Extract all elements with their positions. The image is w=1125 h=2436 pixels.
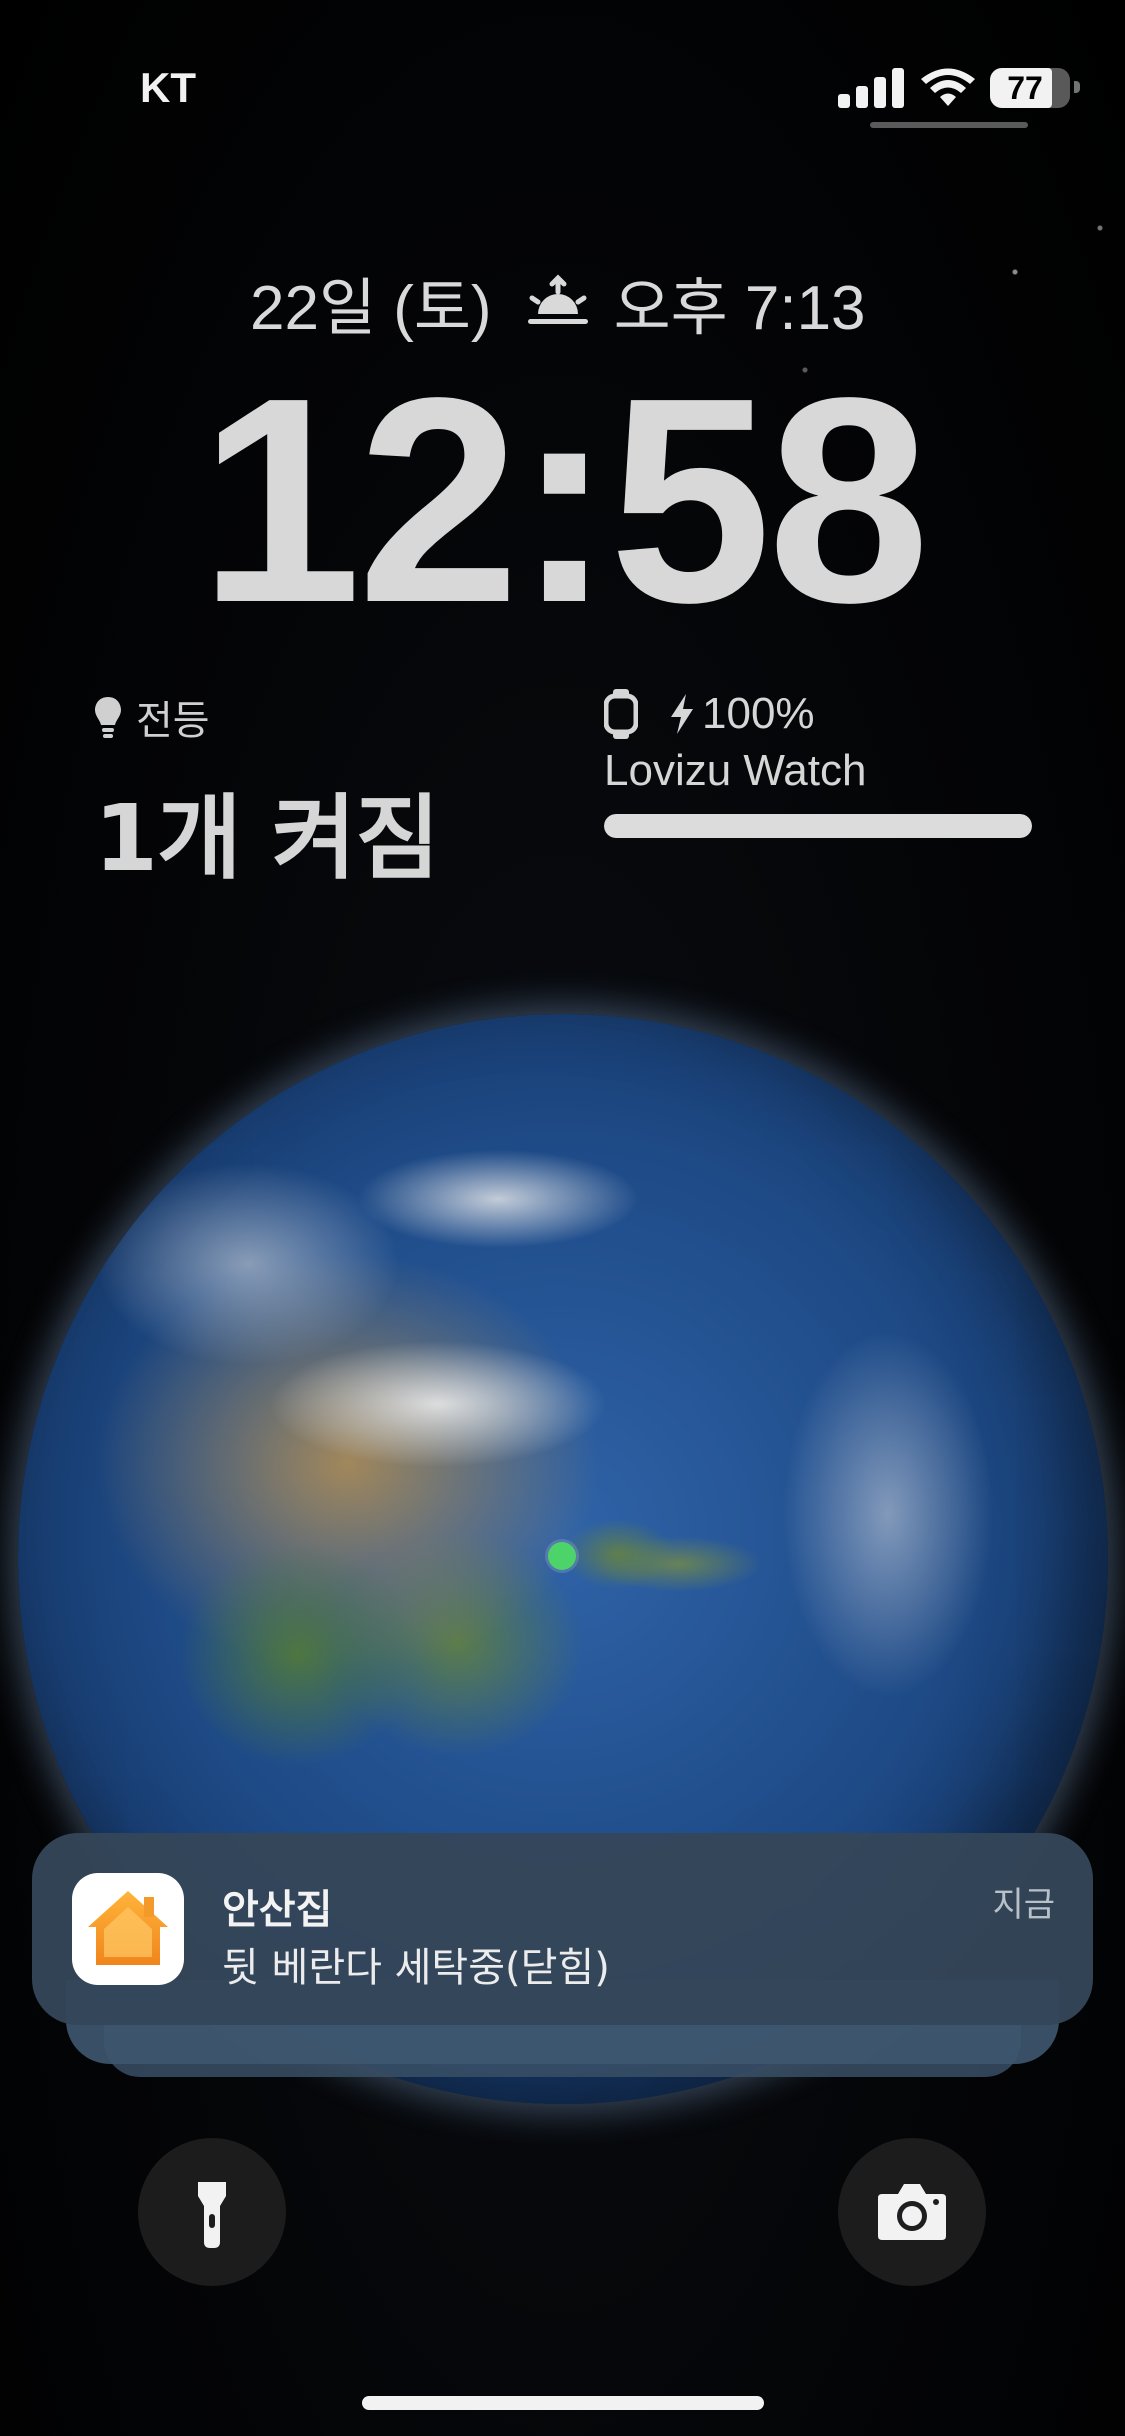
flashlight-button[interactable] — [138, 2138, 286, 2286]
location-marker — [548, 1542, 576, 1570]
home-lights-widget[interactable]: 전등 1개 켜짐 — [94, 688, 440, 897]
lights-status: 1개 켜짐 — [94, 785, 440, 892]
watch-battery-bar — [604, 814, 1032, 838]
home-app-icon — [72, 1873, 184, 1985]
notification-card[interactable]: 안산집 뒷 베란다 세탁중(닫힘) 지금 — [32, 1833, 1093, 2025]
sunset-icon — [527, 274, 588, 324]
sunset-widget[interactable]: 오후 7:13 — [526, 257, 866, 347]
watch-charge: 100% — [668, 689, 815, 739]
lock-screen-clock: 12:58 — [199, 337, 930, 663]
wifi-icon — [921, 68, 975, 106]
battery-percentage: 77 — [1007, 70, 1043, 106]
camera-button[interactable] — [838, 2138, 986, 2286]
signal-icon — [838, 66, 904, 108]
lights-label: 전등 — [136, 698, 210, 744]
battery-icon: 77 — [990, 68, 1070, 108]
carrier-label: KT — [140, 64, 196, 111]
notification-body: 뒷 베란다 세탁중(닫힘) — [222, 1945, 610, 1991]
date-label: 22일 (토) — [250, 274, 492, 343]
date-widget-row[interactable]: 22일 (토) 오후 7:13 — [250, 262, 866, 343]
lightbulb-icon — [95, 697, 121, 738]
notification-time: 지금 — [992, 1885, 1055, 1925]
home-indicator[interactable] — [362, 2396, 764, 2410]
control-center-grabber[interactable] — [870, 122, 1028, 128]
watch-device-name: Lovizu Watch — [604, 746, 867, 795]
bolt-icon — [671, 694, 693, 734]
notification-title: 안산집 — [222, 1887, 333, 1933]
watch-icon — [604, 689, 638, 739]
watch-battery-widget[interactable]: 100% Lovizu Watch — [604, 688, 1032, 838]
sunset-time: 오후 7:13 — [613, 274, 866, 343]
watch-battery-bar-fill — [604, 814, 1032, 838]
watch-battery-percent: 100% — [702, 689, 815, 738]
battery-cap — [1074, 81, 1080, 93]
camera-icon — [878, 2184, 946, 2240]
flashlight-icon — [198, 2182, 226, 2248]
